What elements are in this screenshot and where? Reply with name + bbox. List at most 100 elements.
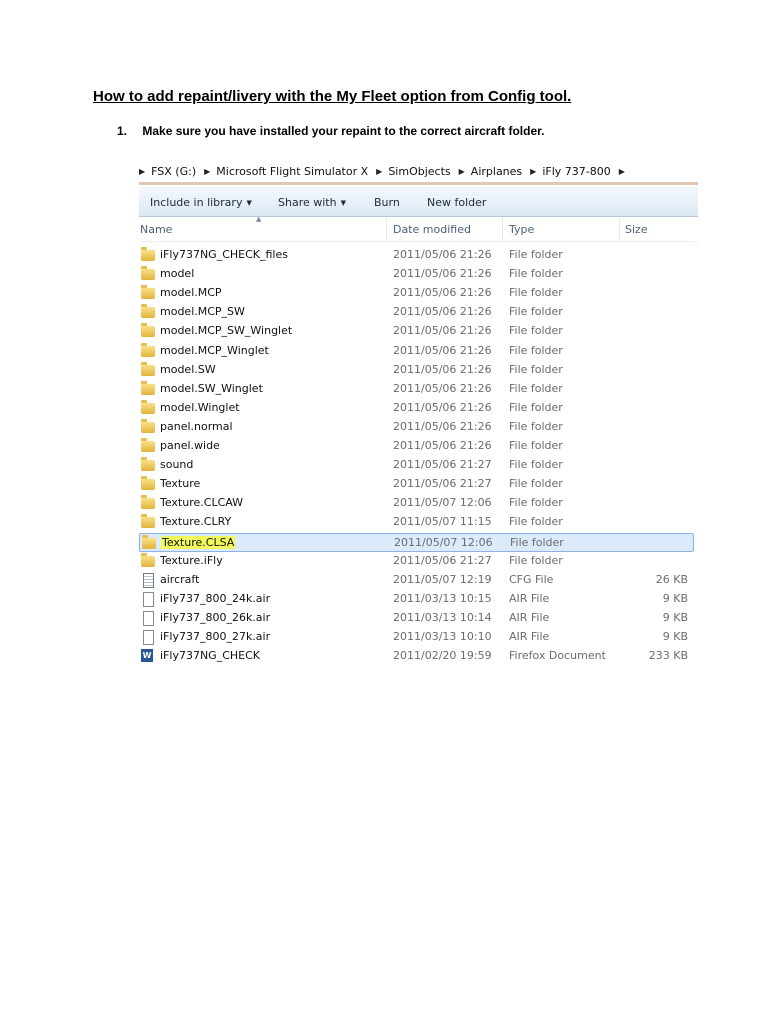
file-name: iFly737NG_CHECK xyxy=(160,649,260,663)
breadcrumb-item[interactable]: SimObjects xyxy=(388,165,450,178)
file-date: 2011/05/06 21:26 xyxy=(393,286,492,300)
breadcrumb-item[interactable]: Microsoft Flight Simulator X xyxy=(216,165,368,178)
column-divider[interactable] xyxy=(386,218,387,240)
word-document-icon: W xyxy=(141,649,153,663)
breadcrumb-arrow-icon[interactable]: ▶ xyxy=(530,167,536,176)
folder-icon xyxy=(141,304,155,319)
file-type: AIR File xyxy=(509,591,550,605)
breadcrumb-arrow-icon[interactable]: ▶ xyxy=(204,167,210,176)
file-row[interactable]: model 2011/05/06 21:26 File folder xyxy=(139,265,694,284)
file-type: Firefox Document xyxy=(509,649,606,663)
file-row[interactable]: panel.normal 2011/05/06 21:26 File folder xyxy=(139,418,694,437)
file-type: File folder xyxy=(510,535,564,549)
file-date: 2011/02/20 19:59 xyxy=(393,649,492,663)
file-date: 2011/05/06 21:27 xyxy=(393,458,492,472)
file-name: Texture xyxy=(160,477,201,491)
file-name: model.MCP xyxy=(160,286,222,300)
breadcrumb-item[interactable]: Airplanes xyxy=(471,165,522,178)
file-row[interactable]: panel.wide 2011/05/06 21:26 File folder xyxy=(139,437,694,456)
file-row[interactable]: model.Winglet 2011/05/06 21:26 File folder xyxy=(139,399,694,418)
file-row[interactable]: iFly737_800_24k.air 2011/03/13 10:15 AIR F… xyxy=(139,590,694,609)
file-date: 2011/05/07 12:06 xyxy=(394,535,493,549)
file-type: File folder xyxy=(509,419,563,433)
share-with-button[interactable]: Share with ▼ xyxy=(278,196,346,209)
folder-icon xyxy=(141,418,155,433)
folder-icon xyxy=(141,476,155,491)
file-size: 233 KB xyxy=(648,649,688,663)
column-header-type[interactable]: Type xyxy=(509,223,534,236)
file-row[interactable]: WiFly737NG_CHECK 2011/02/20 19:59 Firefox … xyxy=(139,647,694,666)
file-row[interactable]: model.SW 2011/05/06 21:26 File folder xyxy=(139,361,694,380)
breadcrumb-arrow-icon[interactable]: ▶ xyxy=(376,167,382,176)
column-header-size[interactable]: Size xyxy=(625,223,648,236)
file-date: 2011/03/13 10:10 xyxy=(393,630,492,643)
file-type: File folder xyxy=(509,286,563,300)
file-row[interactable]: model.MCP_Winglet 2011/05/06 21:26 File fo… xyxy=(139,342,694,361)
file-row[interactable]: sound 2011/05/06 21:27 File folder xyxy=(139,456,694,475)
dropdown-arrow-icon: ▼ xyxy=(340,199,346,207)
folder-icon xyxy=(141,399,155,414)
file-date: 2011/05/06 21:26 xyxy=(393,267,492,281)
file-row[interactable]: aircraft 2011/05/07 12:19 CFG File 26 KB xyxy=(139,571,694,590)
file-name: panel.wide xyxy=(160,439,220,452)
file-date: 2011/03/13 10:14 xyxy=(393,610,492,624)
file-name: Texture.CLRY xyxy=(160,515,232,529)
file-row[interactable]: Texture.CLRY 2011/05/07 11:15 File folder xyxy=(139,513,694,532)
breadcrumb-arrow-icon[interactable]: ▶ xyxy=(139,167,145,176)
file-type: AIR File xyxy=(509,630,550,643)
file-row[interactable]: model.SW_Winglet 2011/05/06 21:26 File fol… xyxy=(139,380,694,399)
file-type: CFG File xyxy=(509,572,554,586)
file-type: File folder xyxy=(509,458,563,472)
breadcrumb-arrow-icon[interactable]: ▶ xyxy=(619,167,625,176)
file-row[interactable]: model.MCP_SW_Winglet 2011/05/06 21:26 File… xyxy=(139,322,694,341)
file-size: 9 KB xyxy=(662,591,688,605)
file-type: File folder xyxy=(509,381,563,395)
file-name: Texture.CLSA xyxy=(161,535,236,549)
column-header-date[interactable]: Date modified xyxy=(393,223,471,236)
file-icon xyxy=(143,630,154,645)
file-date: 2011/05/06 21:26 xyxy=(393,343,492,357)
file-name: aircraft xyxy=(160,572,200,586)
file-size: 9 KB xyxy=(662,630,688,643)
file-row[interactable]: Texture.iFly 2011/05/06 21:27 File folder xyxy=(139,552,694,571)
file-row[interactable]: iFly737_800_26k.air 2011/03/13 10:14 AIR F… xyxy=(139,609,694,628)
file-name: panel.normal xyxy=(160,419,233,433)
column-divider[interactable] xyxy=(619,218,620,240)
file-name: Texture.CLCAW xyxy=(160,496,244,510)
column-divider[interactable] xyxy=(502,218,503,240)
file-name: model.MCP_SW xyxy=(160,305,245,319)
file-type: File folder xyxy=(509,343,563,357)
include-in-library-button[interactable]: Include in library ▼ xyxy=(150,196,252,209)
breadcrumb-arrow-icon[interactable]: ▶ xyxy=(459,167,465,176)
file-type: File folder xyxy=(509,553,563,567)
file-row[interactable]: Texture 2011/05/06 21:27 File folder xyxy=(139,475,694,494)
file-row-selected[interactable]: Texture.CLSA 2011/05/07 12:06 File folder xyxy=(139,532,694,552)
address-bar[interactable]: ▶ FSX (G:) ▶ Microsoft Flight Simulator X ▶ S… xyxy=(139,160,698,185)
file-date: 2011/05/06 21:26 xyxy=(393,324,492,338)
folder-icon xyxy=(141,266,155,281)
file-row[interactable]: iFly737_800_27k.air 2011/03/13 10:10 AIR F… xyxy=(139,628,694,647)
file-type: AIR File xyxy=(509,610,550,624)
document-title: How to add repaint/livery with the My Fl… xyxy=(93,88,572,105)
folder-icon xyxy=(141,323,155,338)
file-name: model.SW xyxy=(160,362,216,376)
column-header-name[interactable]: Name xyxy=(140,223,172,236)
explorer-toolbar: Include in library ▼ Share with ▼ Burn New… xyxy=(139,187,698,217)
file-date: 2011/05/06 21:26 xyxy=(393,362,492,376)
file-name: iFly737_800_27k.air xyxy=(160,630,271,643)
file-type: File folder xyxy=(509,515,563,529)
new-folder-button[interactable]: New folder xyxy=(427,196,486,209)
file-date: 2011/05/06 21:26 xyxy=(393,439,492,452)
burn-button[interactable]: Burn xyxy=(374,196,400,209)
file-row[interactable]: model.MCP 2011/05/06 21:26 File folder xyxy=(139,284,694,303)
file-row[interactable]: Texture.CLCAW 2011/05/07 12:06 File folder xyxy=(139,494,694,513)
breadcrumb-item[interactable]: FSX (G:) xyxy=(151,165,196,178)
file-row[interactable]: model.MCP_SW 2011/05/06 21:26 File folder xyxy=(139,303,694,322)
sort-arrow-icon: ▲ xyxy=(256,215,262,223)
step-number: 1. xyxy=(117,124,128,138)
file-row[interactable]: iFly737NG_CHECK_files 2011/05/06 21:26 Fil… xyxy=(139,246,694,265)
breadcrumb: ▶ FSX (G:) ▶ Microsoft Flight Simulator X ▶ S… xyxy=(139,165,631,178)
file-name: model.MCP_SW_Winglet xyxy=(160,324,293,338)
file-type: File folder xyxy=(509,400,563,414)
breadcrumb-item[interactable]: iFly 737-800 xyxy=(542,165,610,178)
